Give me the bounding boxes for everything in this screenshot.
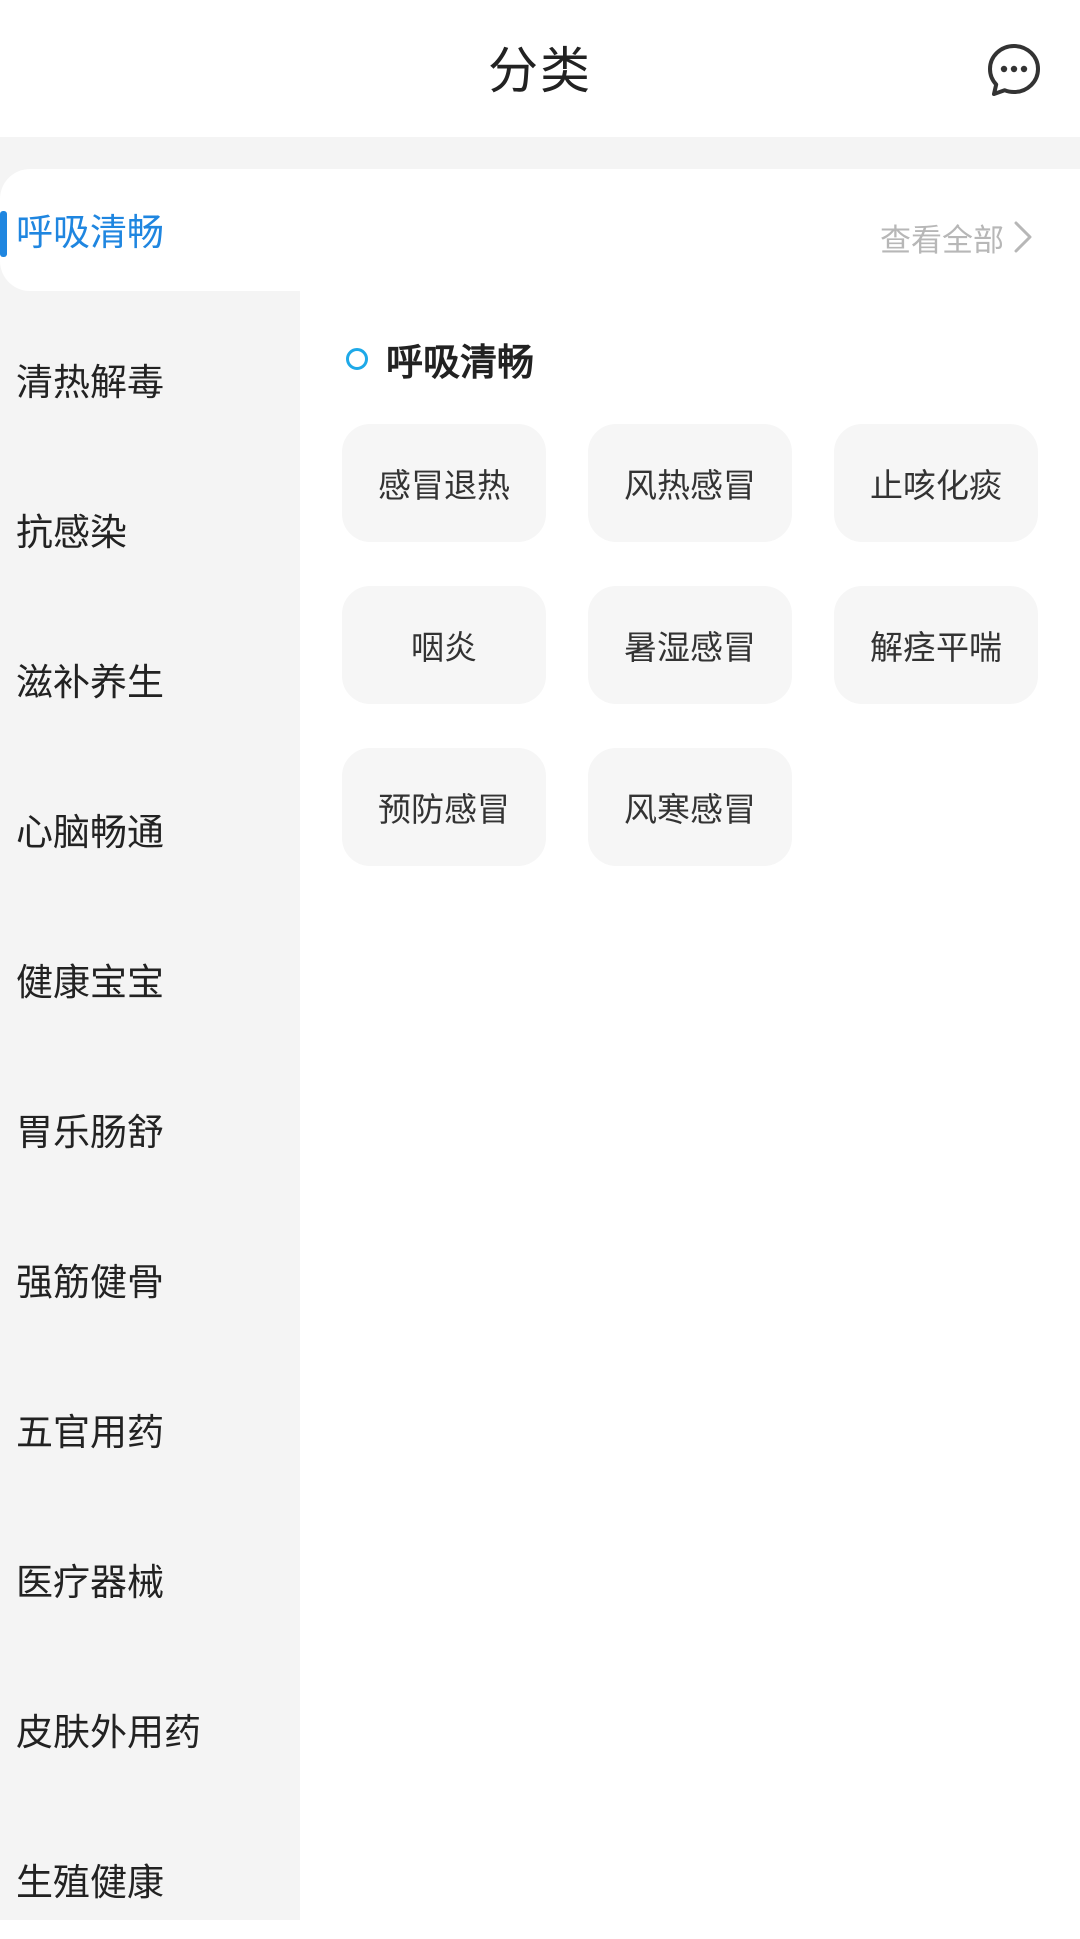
subcategory-chip[interactable]: 风寒感冒 [588,748,792,866]
page-title: 分类 [488,42,592,100]
sidebar-item-label: 健康宝宝 [16,961,164,1004]
see-all-link[interactable]: 查看全部 [880,207,1034,267]
subcategory-chip[interactable]: 咽炎 [342,586,546,704]
chat-bubble-icon [988,44,1040,96]
sidebar-item-label: 强筋健骨 [16,1261,164,1304]
sidebar-item-weile[interactable]: 胃乐肠舒 [0,1069,300,1189]
content-area: 呼吸清畅 清热解毒 抗感染 滋补养生 心脑畅通 健康宝宝 胃乐肠舒 强筋健骨 五… [0,137,1080,1920]
sidebar-item-label: 五官用药 [16,1411,164,1454]
sidebar-item-label: 胃乐肠舒 [16,1111,164,1154]
chip-label: 风热感冒 [624,466,756,505]
sidebar-item-wuguan[interactable]: 五官用药 [0,1369,300,1489]
sidebar-item-ganran[interactable]: 抗感染 [0,469,300,589]
ring-icon [346,348,368,370]
category-sidebar: 呼吸清畅 清热解毒 抗感染 滋补养生 心脑畅通 健康宝宝 胃乐肠舒 强筋健骨 五… [0,137,1080,1920]
sidebar-item-label: 清热解毒 [16,361,164,404]
section-title: 呼吸清畅 [386,341,534,384]
sidebar-item-label: 抗感染 [16,511,127,554]
subcategory-chip[interactable]: 解痉平喘 [834,586,1038,704]
see-all-label: 查看全部 [880,222,1004,259]
sidebar-item-pifu[interactable]: 皮肤外用药 [0,1669,300,1789]
sidebar-item-shengzhi[interactable]: 生殖健康 [0,1819,300,1939]
top-header: 分类 [0,0,1080,137]
chip-label: 止咳化痰 [870,466,1002,505]
sidebar-item-qixie[interactable]: 医疗器械 [0,1519,300,1639]
subcategory-chip[interactable]: 暑湿感冒 [588,586,792,704]
sidebar-item-qingre[interactable]: 清热解毒 [0,319,300,439]
subcategory-chip[interactable]: 止咳化痰 [834,424,1038,542]
subcategory-chip[interactable]: 预防感冒 [342,748,546,866]
chip-label: 风寒感冒 [624,790,756,829]
section-heading: 呼吸清畅 [346,334,534,384]
subcategory-chip[interactable]: 风热感冒 [588,424,792,542]
sidebar-item-zibu[interactable]: 滋补养生 [0,619,300,739]
message-button[interactable] [986,42,1042,98]
chip-label: 咽炎 [411,628,477,667]
chip-label: 预防感冒 [378,790,510,829]
active-indicator [0,211,7,257]
sidebar-item-label: 呼吸清畅 [16,211,164,254]
sidebar-item-huxi[interactable]: 呼吸清畅 [0,169,300,289]
sidebar-item-label: 生殖健康 [16,1861,164,1904]
sidebar-item-jingu[interactable]: 强筋健骨 [0,1219,300,1339]
sidebar-item-label: 滋补养生 [16,661,164,704]
sidebar-item-xinnao[interactable]: 心脑畅通 [0,769,300,889]
chip-label: 暑湿感冒 [624,628,756,667]
sidebar-item-label: 皮肤外用药 [16,1711,201,1754]
chip-label: 感冒退热 [378,466,510,505]
sidebar-item-label: 心脑畅通 [16,811,164,854]
chevron-right-icon [1014,221,1032,253]
chip-label: 解痉平喘 [870,628,1002,667]
sidebar-item-baobao[interactable]: 健康宝宝 [0,919,300,1039]
sidebar-item-label: 医疗器械 [16,1561,164,1604]
subcategory-chip[interactable]: 感冒退热 [342,424,546,542]
